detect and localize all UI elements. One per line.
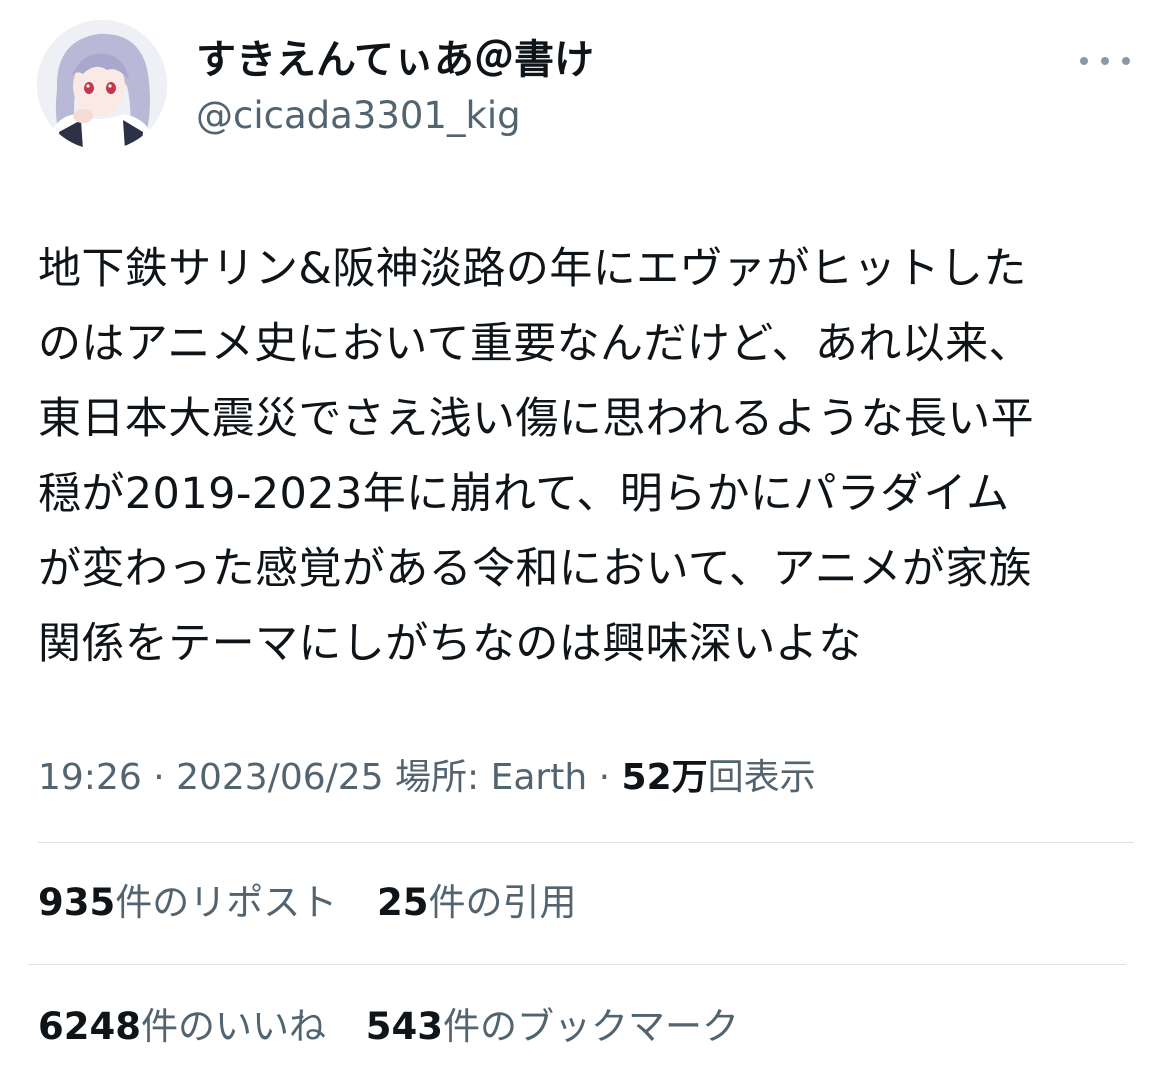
stats-row-likes: 6248件のいいね 543件のブックマーク <box>38 1003 767 1051</box>
views-count: 52万 <box>621 757 708 798</box>
bookmarks-stat[interactable]: 543件のブックマーク <box>366 1003 739 1051</box>
reposts-count: 935 <box>38 881 116 924</box>
tweet-text-line: 穏が2019-2023年に崩れて、明らかにパラダイム <box>38 469 1010 519</box>
likes-count: 6248 <box>38 1005 141 1048</box>
more-horizontal-icon-dot-3 <box>1122 57 1130 65</box>
divider <box>28 964 1126 965</box>
display-name[interactable]: すきえんてぃあ＠書け <box>196 34 594 86</box>
meta-separator: · <box>141 757 177 798</box>
tweet-date[interactable]: 2023/06/25 <box>176 757 384 798</box>
user-handle[interactable]: @cicada3301_kig <box>196 92 521 140</box>
reposts-label: 件のリポスト <box>115 881 338 924</box>
meta-separator-2: · <box>587 757 622 798</box>
likes-stat[interactable]: 6248件のいいね <box>38 1003 326 1051</box>
tweet-location: 場所: Earth <box>395 757 588 798</box>
stats-row-reposts: 935件のリポスト 25件の引用 <box>38 879 605 927</box>
reposts-stat[interactable]: 935件のリポスト <box>38 879 337 927</box>
quotes-label: 件の引用 <box>428 881 577 924</box>
tweet-text-line: 東日本大震災でさえ浅い傷に思われるような長い平 <box>38 394 1035 444</box>
more-horizontal-icon <box>1080 57 1088 65</box>
more-horizontal-icon-dot-2 <box>1101 57 1109 65</box>
quotes-count: 25 <box>377 881 429 924</box>
tweet-time[interactable]: 19:26 <box>38 757 142 798</box>
quotes-stat[interactable]: 25件の引用 <box>377 879 577 927</box>
tweet-text-line: 関係をテーマにしがちなのは興味深いよな <box>38 619 862 669</box>
tweet-meta: 19:26 · 2023/06/25 場所: Earth · 52万回表示 <box>38 754 816 802</box>
avatar-image <box>37 20 167 150</box>
bookmarks-label: 件のブックマーク <box>442 1005 739 1048</box>
views-label: 回表示 <box>707 757 816 798</box>
bookmarks-count: 543 <box>365 1005 443 1048</box>
tweet-text-line: 地下鉄サリン&阪神淡路の年にエヴァがヒットした <box>38 244 1027 294</box>
tweet-text: 地下鉄サリン&阪神淡路の年にエヴァがヒットした のはアニメ史において重要なんだけ… <box>38 232 1148 682</box>
tweet-text-line: が変わった感覚がある令和において、アニメが家族 <box>38 544 1032 594</box>
avatar[interactable] <box>37 20 167 150</box>
more-options-button[interactable] <box>1080 46 1130 76</box>
tweet-text-line: のはアニメ史において重要なんだけど、あれ以来、 <box>38 319 1032 369</box>
likes-label: 件のいいね <box>140 1005 326 1048</box>
divider <box>38 842 1134 843</box>
